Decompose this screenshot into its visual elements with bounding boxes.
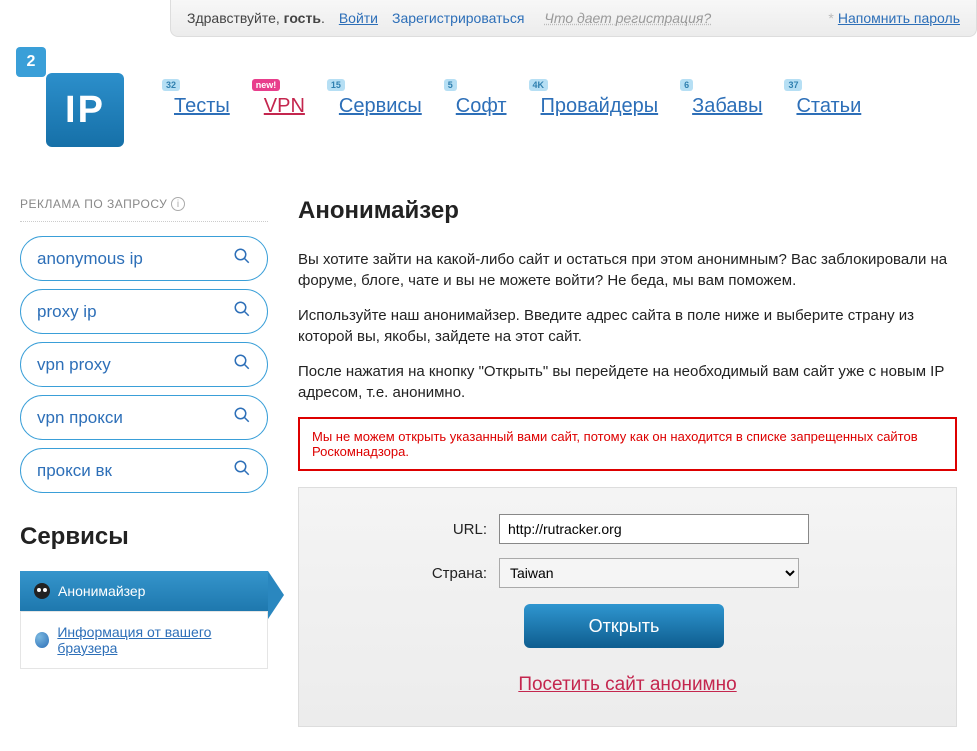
sidebar-services-title: Сервисы bbox=[20, 523, 268, 551]
ad-pill-anonymous-ip[interactable]: anonymous ip bbox=[20, 236, 268, 281]
ad-pill-proxy-ip[interactable]: proxy ip bbox=[20, 289, 268, 334]
country-select[interactable]: Taiwan bbox=[499, 558, 799, 588]
nav-services[interactable]: 15Сервисы bbox=[339, 95, 422, 118]
search-icon bbox=[233, 406, 251, 429]
login-link[interactable]: Войти bbox=[339, 10, 378, 26]
nav-fun[interactable]: 6Забавы bbox=[692, 95, 762, 118]
url-label: URL: bbox=[319, 521, 499, 538]
anonymizer-form: URL: Страна: Taiwan Открыть Посетить сай… bbox=[298, 487, 957, 727]
what-registration-link[interactable]: Что дает регистрация? bbox=[544, 10, 711, 26]
ad-pill-vpn-proxy[interactable]: vpn proxy bbox=[20, 342, 268, 387]
nav-articles[interactable]: 37Статьи bbox=[796, 95, 861, 118]
search-icon bbox=[233, 300, 251, 323]
mask-icon bbox=[34, 583, 50, 599]
ad-pill-vpn-proksi[interactable]: vpn прокси bbox=[20, 395, 268, 440]
search-icon bbox=[233, 247, 251, 270]
logo[interactable]: 2 IP bbox=[0, 37, 150, 147]
ad-heading: РЕКЛАМА ПО ЗАПРОСУ i bbox=[20, 197, 268, 211]
sidebar-item-label: Анонимайзер bbox=[58, 583, 145, 599]
nav-providers[interactable]: 4KПровайдеры bbox=[541, 95, 659, 118]
search-icon bbox=[233, 459, 251, 482]
top-bar: Здравствуйте, гость. Войти Зарегистриров… bbox=[170, 0, 977, 37]
logo-small: 2 bbox=[16, 47, 46, 77]
greeting-text: Здравствуйте, гость. bbox=[187, 10, 325, 26]
intro-p3: После нажатия на кнопку "Открыть" вы пер… bbox=[298, 361, 957, 403]
open-button[interactable]: Открыть bbox=[524, 604, 724, 648]
url-input[interactable] bbox=[499, 514, 809, 544]
page-title: Анонимайзер bbox=[298, 197, 957, 225]
sidebar-item-browser-info[interactable]: Информация от вашего браузера bbox=[20, 611, 268, 669]
search-icon bbox=[233, 353, 251, 376]
visit-anonymously-link[interactable]: Посетить сайт анонимно bbox=[319, 674, 936, 696]
sidebar-item-anonymizer[interactable]: Анонимайзер bbox=[20, 571, 268, 611]
remember-password-link[interactable]: Напомнить пароль bbox=[838, 10, 960, 26]
country-label: Страна: bbox=[319, 565, 499, 582]
error-message: Мы не можем открыть указанный вами сайт,… bbox=[298, 417, 957, 471]
star-icon: * bbox=[828, 10, 833, 26]
intro-p1: Вы хотите зайти на какой-либо сайт и ост… bbox=[298, 249, 957, 291]
ad-pill-proksi-vk[interactable]: прокси вк bbox=[20, 448, 268, 493]
globe-icon bbox=[35, 632, 49, 648]
nav-tests[interactable]: 32Тесты bbox=[174, 95, 230, 118]
logo-big: IP bbox=[46, 73, 124, 147]
info-icon[interactable]: i bbox=[171, 197, 185, 211]
nav-vpn[interactable]: new!VPN bbox=[264, 95, 305, 118]
main-nav: 32Тесты new!VPN 15Сервисы 5Софт 4KПровай… bbox=[150, 37, 977, 118]
register-link[interactable]: Зарегистрироваться bbox=[392, 10, 524, 26]
sidebar-item-label: Информация от вашего браузера bbox=[57, 624, 253, 656]
nav-soft[interactable]: 5Софт bbox=[456, 95, 507, 118]
intro-p2: Используйте наш анонимайзер. Введите адр… bbox=[298, 305, 957, 347]
